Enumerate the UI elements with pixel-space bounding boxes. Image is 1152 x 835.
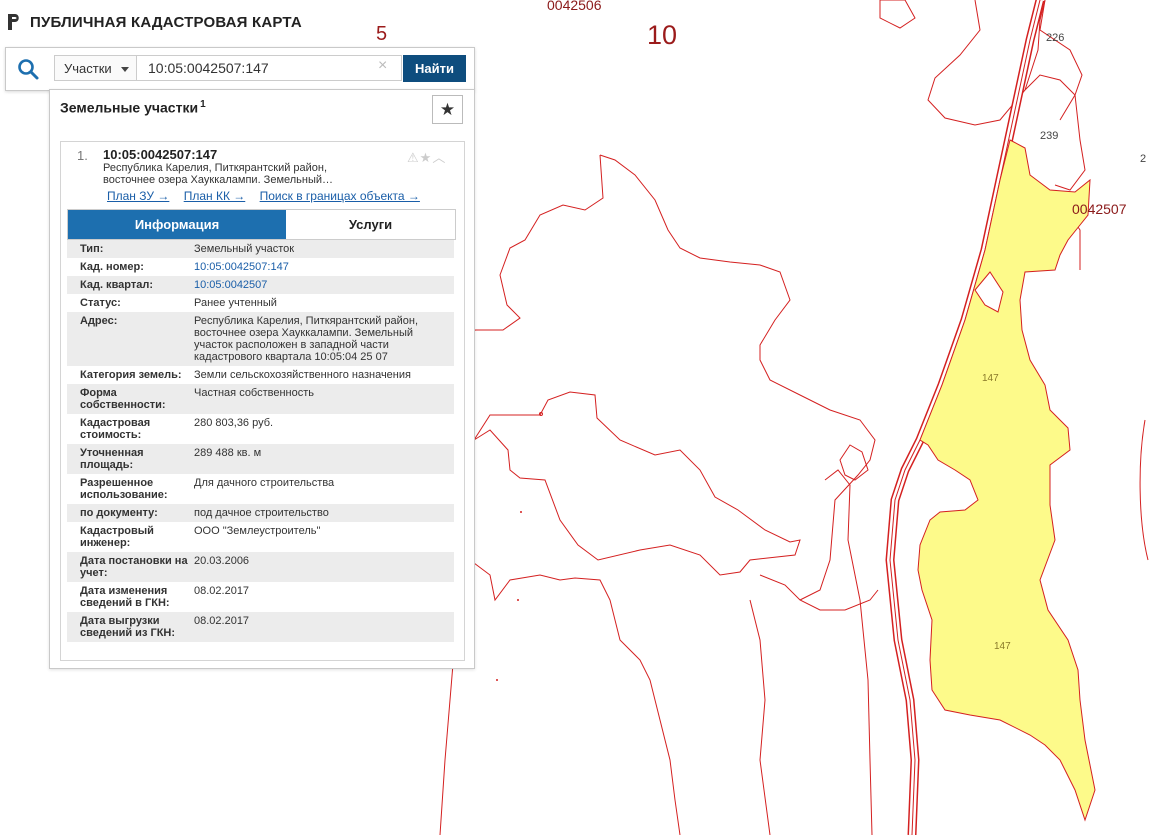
result-card: 1. 10:05:0042507:147 Республика Карелия,… [60,141,465,661]
row-label: Тип: [80,243,104,255]
row-value: 289 488 кв. м [194,447,262,459]
row-label: Статус: [80,297,121,309]
result-title[interactable]: 10:05:0042507:147 [103,147,217,162]
row-label: Кадастровая стоимость: [80,417,151,441]
close-icon[interactable]: × [378,57,387,75]
result-count: 1 [200,99,206,110]
map-point [520,511,522,513]
table-row: Кадастровая стоимость: 280 803,36 руб. [67,414,454,444]
row-label: Дата изменения сведений в ГКН: [80,585,170,609]
row-value: 280 803,36 руб. [194,417,274,429]
map-label-parcel: 147 [982,373,999,384]
favorites-button[interactable]: ★ [432,95,463,124]
result-links: План ЗУ → План КК → Поиск в границах объ… [107,189,431,203]
row-label: Форма собственности: [80,387,166,411]
map-parcel-boundary [879,0,916,29]
row-value: Республика Карелия, Питкярантский район,… [194,315,419,363]
table-row: Дата выгрузки сведений из ГКН: 08.02.2017 [67,612,454,642]
row-label: по документу: [80,507,158,519]
table-row: Кадастровый инженер: ООО "Землеустроитель… [67,522,454,552]
card-actions: ⚠★︿ [407,147,446,166]
map-label-number: 5 [376,23,388,45]
row-label: Адрес: [80,315,118,327]
link-search-within[interactable]: Поиск в границах объекта → [260,189,420,203]
row-label: Кадастровый инженер: [80,525,154,549]
table-row: Дата постановки на учет: 20.03.2006 [67,552,454,582]
tab-services[interactable]: Услуги [286,210,455,239]
map-label-number: 10 [647,20,678,50]
table-row: Статус: Ранее учтенный [67,294,454,312]
row-value: Ранее учтенный [194,297,277,309]
row-label: Уточненная площадь: [80,447,144,471]
info-table: Тип: Земельный участок Кад. номер: 10:05:0… [67,240,454,642]
search-bar: Участки × Найти [5,47,475,91]
panel-title-text: Земельные участки [60,99,199,116]
table-row: Кад. квартал: 10:05:0042507 [67,276,454,294]
map-parcel-boundary [1139,419,1149,561]
table-row: Уточненная площадь: 289 488 кв. м [67,444,454,474]
row-label: Дата выгрузки сведений из ГКН: [80,615,176,639]
table-row: Форма собственности: Частная собственност… [67,384,454,414]
row-value: 08.02.2017 [194,585,250,597]
table-row: Кад. номер: 10:05:0042507:147 [67,258,454,276]
table-row: по документу: под дачное строительство [67,504,454,522]
table-row: Разрешенное использование: Для дачного ст… [67,474,454,504]
map-point [517,599,519,601]
row-label: Категория земель: [80,369,182,381]
row-value: Земельный участок [194,243,295,255]
tab-info[interactable]: Информация [68,210,286,239]
map-parcel-boundary [824,469,873,835]
map-label-parcel: 226 [1046,32,1065,44]
row-value: 08.02.2017 [194,615,250,627]
app-title: ПУБЛИЧНАЯ КАДАСТРОВАЯ КАРТА [30,13,302,31]
warning-icon[interactable]: ⚠ [407,150,420,165]
row-label: Дата постановки на учет: [80,555,188,579]
app-header: ПУБЛИЧНАЯ КАДАСТРОВАЯ КАРТА [6,12,302,32]
row-value: под дачное строительство [194,507,329,519]
map-label-quarter: 0042507 [1072,201,1127,217]
map-parcel-boundary [473,391,801,576]
logo-icon [8,14,19,30]
star-icon: ★ [439,100,456,119]
chevron-down-icon [121,67,129,72]
map-label-parcel: 2 [1140,153,1147,165]
result-address: Республика Карелия, Питкярантский район,… [103,162,334,186]
table-row: Адрес: Республика Карелия, Питкярантский … [67,312,454,366]
row-label: Кад. номер: [80,261,144,273]
cadastral-quarter-link[interactable]: 10:05:0042507 [194,279,454,291]
results-panel: Земельные участки 1 ★ 1. 10:05:0042507:14… [49,89,475,669]
row-value: Для дачного строительства [194,477,335,489]
table-row: Дата изменения сведений в ГКН: 08.02.2017 [67,582,454,612]
map-parcel-boundary [749,599,771,835]
find-button[interactable]: Найти [403,55,466,82]
search-icon[interactable] [16,57,40,81]
search-filter-value: Участки [64,61,112,76]
search-filter-select[interactable]: Участки [54,55,137,81]
row-value: 20.03.2006 [194,555,250,567]
cadastral-number-link[interactable]: 10:05:0042507:147 [194,261,454,273]
row-value: ООО "Землеустроитель" [194,525,321,537]
table-row: Тип: Земельный участок [67,240,454,258]
panel-title: Земельные участки 1 [60,99,206,116]
map-label-quarter: 0042506 [547,0,602,13]
result-index: 1. [77,148,88,163]
search-input[interactable] [136,55,402,81]
map-point [496,679,498,681]
row-label: Кад. квартал: [80,279,154,291]
table-row: Категория земель: Земли сельскохозяйствен… [67,366,454,384]
map-parcel-boundary [599,154,876,601]
map-label-parcel: 147 [994,641,1011,652]
map-label-parcel: 239 [1040,130,1059,142]
link-plan-kk[interactable]: План КК → [184,189,246,203]
map-parcel-boundary [469,559,681,835]
chevron-up-icon[interactable]: ︿ [432,150,446,165]
parcel-147 [917,139,1096,822]
map-parcel-boundary [839,444,869,481]
star-icon[interactable]: ★ [420,150,433,165]
info-tabs: Информация Услуги [67,209,456,240]
row-value: Земли сельскохозяйственного назначения [194,369,411,381]
link-plan-zu[interactable]: План ЗУ → [107,189,169,203]
row-value: Частная собственность [194,387,315,399]
row-label: Разрешенное использование: [80,477,168,501]
